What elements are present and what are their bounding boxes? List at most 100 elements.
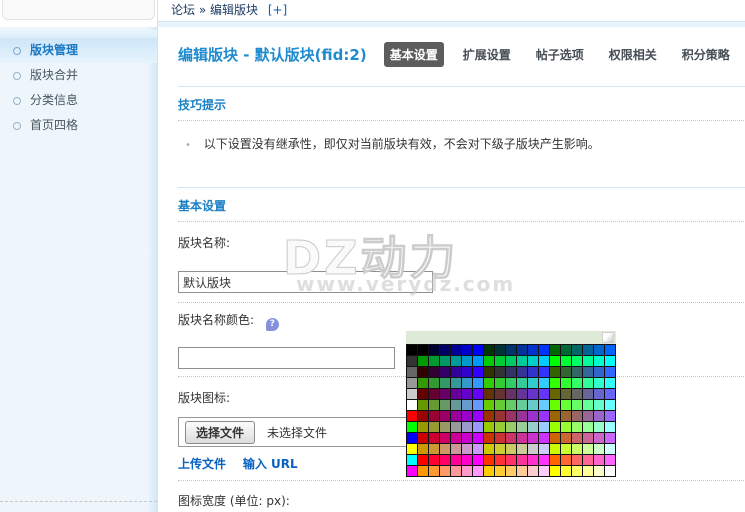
palette-swatch[interactable] [605,422,615,432]
palette-swatch[interactable] [583,466,593,476]
palette-swatch[interactable] [594,345,604,355]
palette-swatch[interactable] [561,356,571,366]
palette-swatch[interactable] [528,389,538,399]
palette-swatch[interactable] [539,422,549,432]
palette-swatch[interactable] [550,455,560,465]
palette-swatch[interactable] [473,345,483,355]
palette-swatch[interactable] [583,400,593,410]
palette-swatch[interactable] [484,411,494,421]
palette-swatch[interactable] [440,367,450,377]
palette-swatch[interactable] [528,356,538,366]
palette-swatch[interactable] [429,400,439,410]
palette-swatch[interactable] [517,367,527,377]
palette-swatch[interactable] [572,389,582,399]
palette-swatch[interactable] [506,378,516,388]
palette-swatch[interactable] [462,466,472,476]
palette-swatch[interactable] [451,367,461,377]
palette-swatch[interactable] [539,411,549,421]
palette-swatch[interactable] [517,444,527,454]
palette-swatch[interactable] [572,444,582,454]
palette-swatch[interactable] [484,466,494,476]
palette-swatch[interactable] [462,345,472,355]
palette-swatch[interactable] [440,466,450,476]
palette-swatch[interactable] [539,389,549,399]
palette-swatch[interactable] [484,433,494,443]
palette-swatch[interactable] [572,378,582,388]
palette-swatch[interactable] [528,466,538,476]
palette-swatch[interactable] [495,411,505,421]
palette-swatch[interactable] [583,444,593,454]
palette-swatch[interactable] [462,411,472,421]
palette-swatch[interactable] [407,466,417,476]
palette-swatch[interactable] [550,422,560,432]
palette-swatch[interactable] [407,422,417,432]
palette-swatch[interactable] [594,422,604,432]
palette-swatch[interactable] [528,433,538,443]
palette-swatch[interactable] [517,345,527,355]
palette-swatch[interactable] [407,455,417,465]
upload-file-link[interactable]: 上传文件 [178,457,226,471]
palette-swatch[interactable] [429,356,439,366]
palette-swatch[interactable] [429,422,439,432]
palette-swatch[interactable] [484,356,494,366]
palette-swatch[interactable] [407,411,417,421]
palette-swatch[interactable] [550,367,560,377]
palette-swatch[interactable] [429,345,439,355]
palette-swatch[interactable] [517,400,527,410]
breadcrumb-expand-button[interactable]: [+] [268,3,287,17]
palette-swatch[interactable] [561,411,571,421]
palette-swatch[interactable] [484,400,494,410]
palette-swatch[interactable] [407,389,417,399]
tab-post-options[interactable]: 帖子选项 [530,42,590,67]
palette-swatch[interactable] [528,378,538,388]
palette-swatch[interactable] [528,444,538,454]
palette-swatch[interactable] [407,345,417,355]
palette-swatch[interactable] [451,356,461,366]
palette-swatch[interactable] [550,400,560,410]
palette-swatch[interactable] [572,433,582,443]
palette-swatch[interactable] [506,356,516,366]
palette-swatch[interactable] [440,433,450,443]
palette-swatch[interactable] [572,466,582,476]
palette-swatch[interactable] [407,433,417,443]
palette-swatch[interactable] [561,466,571,476]
palette-swatch[interactable] [583,411,593,421]
palette-swatch[interactable] [561,389,571,399]
palette-swatch[interactable] [506,422,516,432]
palette-swatch[interactable] [594,400,604,410]
choose-file-button[interactable]: 选择文件 [185,421,255,444]
palette-swatch[interactable] [429,444,439,454]
palette-swatch[interactable] [495,345,505,355]
palette-swatch[interactable] [473,389,483,399]
palette-swatch[interactable] [550,389,560,399]
palette-swatch[interactable] [583,356,593,366]
palette-swatch[interactable] [572,345,582,355]
palette-swatch[interactable] [572,455,582,465]
palette-swatch[interactable] [517,356,527,366]
palette-swatch[interactable] [473,455,483,465]
tab-credit-policy[interactable]: 积分策略 [676,42,736,67]
palette-swatch[interactable] [451,444,461,454]
tab-extended-settings[interactable]: 扩展设置 [457,42,517,67]
palette-swatch[interactable] [539,400,549,410]
palette-swatch[interactable] [506,411,516,421]
forum-name-input[interactable] [178,271,433,293]
palette-swatch[interactable] [495,444,505,454]
palette-swatch[interactable] [451,433,461,443]
palette-swatch[interactable] [473,411,483,421]
palette-swatch[interactable] [495,422,505,432]
palette-swatch[interactable] [572,422,582,432]
palette-swatch[interactable] [495,466,505,476]
palette-swatch[interactable] [429,367,439,377]
palette-swatch[interactable] [495,400,505,410]
palette-swatch[interactable] [539,455,549,465]
palette-swatch[interactable] [440,422,450,432]
palette-swatch[interactable] [429,378,439,388]
palette-swatch[interactable] [407,378,417,388]
palette-swatch[interactable] [418,444,428,454]
palette-swatch[interactable] [418,455,428,465]
palette-swatch[interactable] [495,378,505,388]
palette-swatch[interactable] [572,411,582,421]
palette-swatch[interactable] [451,400,461,410]
palette-swatch[interactable] [418,389,428,399]
